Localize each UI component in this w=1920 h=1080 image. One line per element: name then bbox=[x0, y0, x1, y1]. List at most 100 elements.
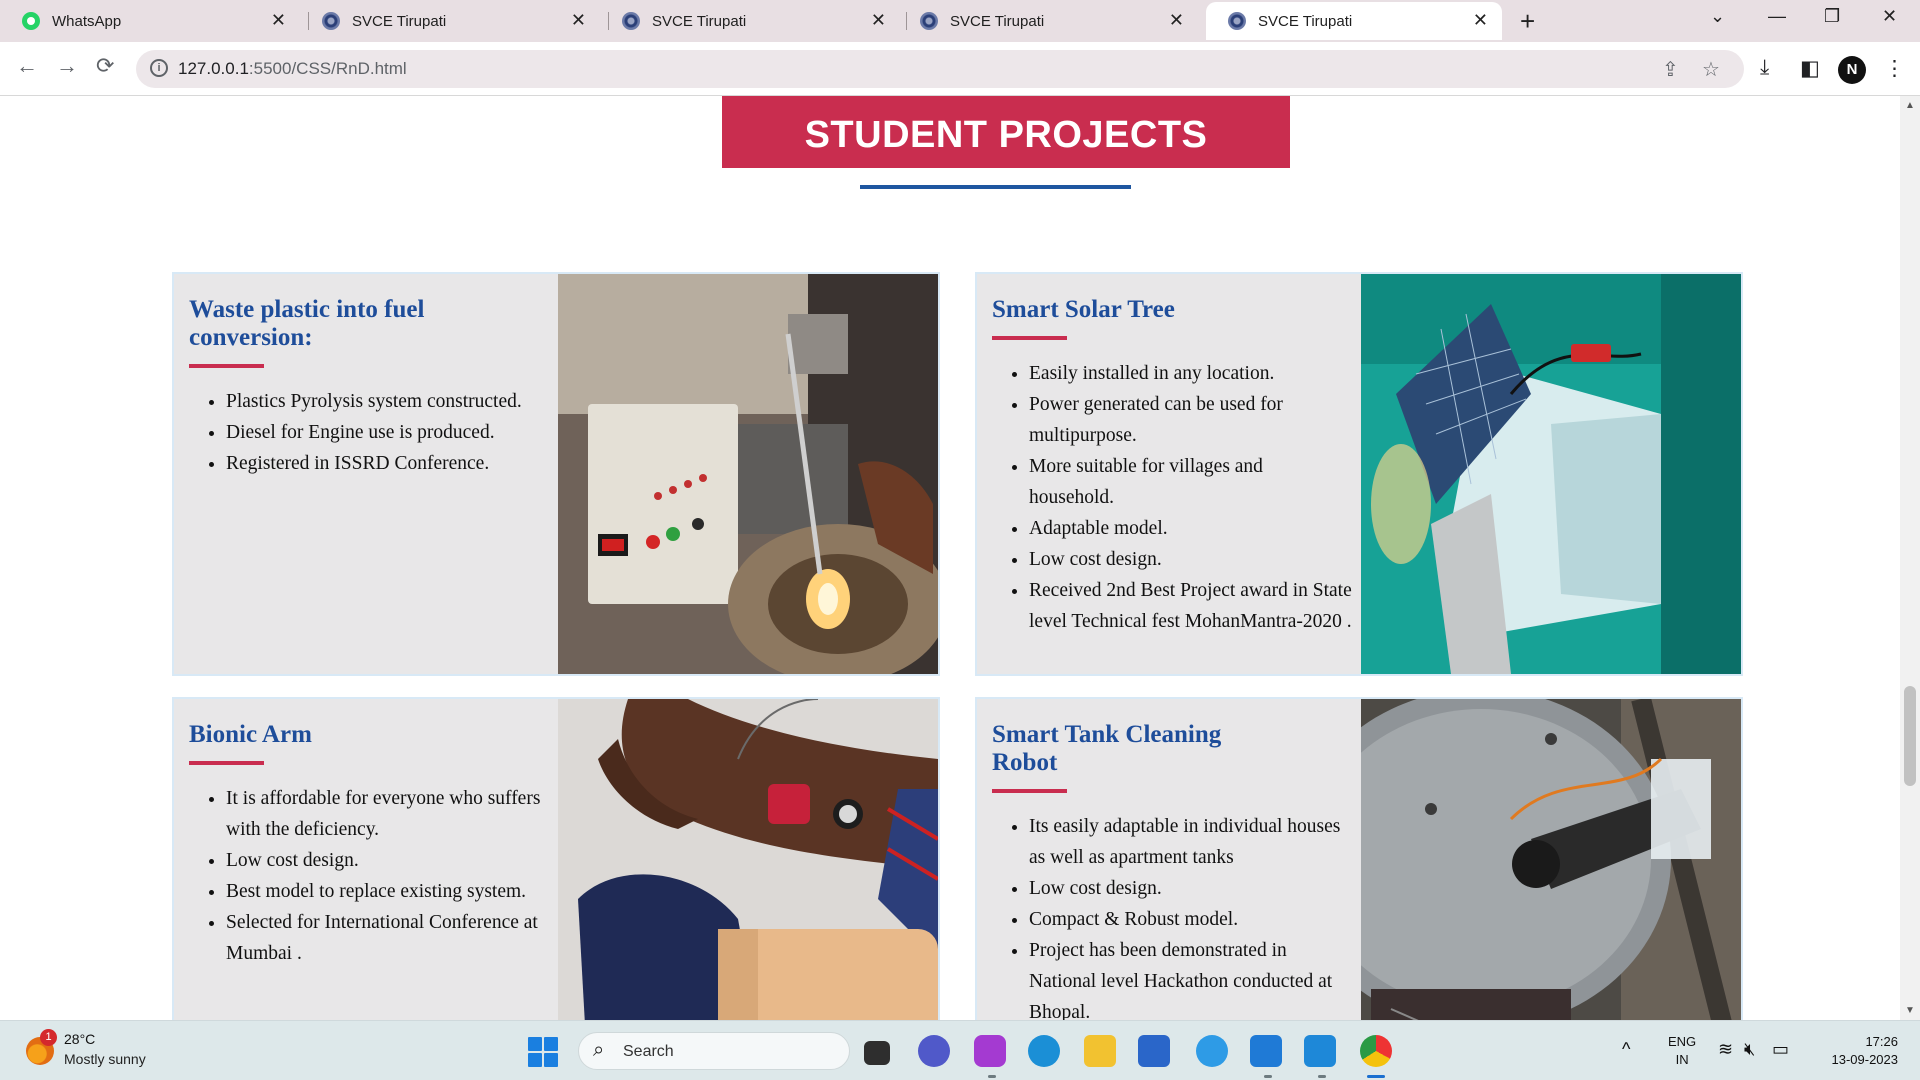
scroll-down-arrow-icon[interactable]: ▼ bbox=[1905, 1005, 1915, 1016]
wifi-icon[interactable]: ≋ bbox=[1718, 1039, 1733, 1060]
url-host: 127.0.0.1 bbox=[178, 59, 249, 78]
tab-title: WhatsApp bbox=[52, 12, 122, 30]
project-card-text: Smart Solar Tree Easily installed in any… bbox=[992, 296, 1352, 637]
taskbar-search[interactable]: ⌕ Search bbox=[578, 1032, 850, 1070]
svce-favicon-icon bbox=[622, 12, 640, 30]
project-point: Best model to replace existing system. bbox=[226, 876, 549, 907]
scrollbar-thumb[interactable] bbox=[1904, 686, 1916, 786]
section-title: STUDENT PROJECTS bbox=[722, 96, 1290, 168]
power-automate-icon[interactable] bbox=[1250, 1035, 1282, 1067]
speaker-muted-icon[interactable]: 🔇︎ bbox=[1744, 1039, 1755, 1060]
title-underline bbox=[992, 336, 1067, 340]
close-tab-icon[interactable]: ✕ bbox=[871, 10, 886, 31]
project-points: Plastics Pyrolysis system constructed. D… bbox=[189, 386, 549, 479]
project-title: Bionic Arm bbox=[189, 721, 312, 748]
project-point: More suitable for villages and household… bbox=[1029, 451, 1352, 513]
teams-meet-icon[interactable] bbox=[918, 1035, 950, 1067]
site-info-icon[interactable]: i bbox=[150, 59, 168, 77]
project-point: Adaptable model. bbox=[1029, 513, 1352, 544]
tab-svce-3[interactable]: SVCE Tirupati ✕ bbox=[898, 2, 1198, 40]
tab-whatsapp[interactable]: WhatsApp ✕ bbox=[0, 2, 300, 40]
input-language[interactable]: ENG IN bbox=[1668, 1033, 1696, 1069]
task-view-icon[interactable] bbox=[864, 1041, 890, 1065]
project-card-waste-plastic: Waste plastic into fuel conversion: Plas… bbox=[172, 272, 940, 676]
tab-title: SVCE Tirupati bbox=[352, 12, 447, 30]
get-help-icon[interactable] bbox=[1196, 1035, 1228, 1067]
battery-icon[interactable]: ▭ bbox=[1772, 1039, 1789, 1060]
close-tab-icon[interactable]: ✕ bbox=[271, 10, 286, 31]
weather-temperature[interactable]: 28°C bbox=[64, 1031, 95, 1047]
project-title: Smart Solar Tree bbox=[992, 296, 1175, 323]
project-card-text: Bionic Arm It is affordable for everyone… bbox=[189, 721, 549, 969]
tab-strip: WhatsApp ✕ SVCE Tirupati ✕ SVCE Tirupati… bbox=[0, 0, 1920, 42]
project-title: Waste plastic into fuel conversion: bbox=[189, 296, 425, 351]
wondershare-app-icon[interactable] bbox=[974, 1035, 1006, 1067]
project-point: Power generated can be used for multipur… bbox=[1029, 389, 1352, 451]
section-title-underline bbox=[860, 185, 1131, 189]
project-point: Received 2nd Best Project award in State… bbox=[1029, 575, 1352, 637]
project-points: It is affordable for everyone who suffer… bbox=[189, 783, 549, 969]
chrome-icon[interactable] bbox=[1360, 1035, 1392, 1067]
restore-icon[interactable]: ❐ bbox=[1824, 6, 1840, 27]
project-points: Its easily adaptable in individual house… bbox=[992, 811, 1352, 1020]
project-point: Its easily adaptable in individual house… bbox=[1029, 811, 1352, 873]
close-tab-icon[interactable]: ✕ bbox=[571, 10, 586, 31]
file-explorer-icon[interactable] bbox=[1084, 1035, 1116, 1067]
whatsapp-icon bbox=[22, 12, 40, 30]
lang-code: ENG bbox=[1668, 1034, 1697, 1049]
search-icon: ⌕ bbox=[593, 1039, 605, 1061]
project-point: Low cost design. bbox=[1029, 544, 1352, 575]
new-tab-button[interactable]: + bbox=[1520, 6, 1535, 37]
weather-description[interactable]: Mostly sunny bbox=[64, 1051, 146, 1067]
system-clock[interactable]: 17:26 13-09-2023 bbox=[1818, 1033, 1899, 1069]
tab-search-chevron-icon[interactable]: ⌄ bbox=[1710, 6, 1725, 27]
page-scrollbar[interactable]: ▲ ▼ bbox=[1900, 96, 1920, 1020]
profile-avatar[interactable]: N bbox=[1838, 56, 1866, 84]
reload-icon[interactable]: ⟳ bbox=[96, 53, 114, 79]
side-panel-icon[interactable]: ◧ bbox=[1800, 56, 1820, 81]
share-icon[interactable]: ⇪ bbox=[1662, 57, 1679, 82]
close-window-icon[interactable]: ✕ bbox=[1882, 6, 1897, 27]
notification-badge: 1 bbox=[40, 1029, 57, 1046]
project-card-text: Waste plastic into fuel conversion: Plas… bbox=[189, 296, 549, 479]
bookmark-star-icon[interactable]: ☆ bbox=[1702, 57, 1720, 82]
project-point: Low cost design. bbox=[1029, 873, 1352, 904]
project-point: Project has been demonstrated in Nationa… bbox=[1029, 935, 1352, 1020]
close-tab-icon[interactable]: ✕ bbox=[1473, 10, 1488, 31]
running-indicator bbox=[988, 1075, 996, 1078]
title-underline bbox=[189, 761, 264, 765]
project-point: Low cost design. bbox=[226, 845, 549, 876]
download-icon[interactable]: ⤓ bbox=[1760, 56, 1769, 80]
edge-browser-icon[interactable] bbox=[1028, 1035, 1060, 1067]
menu-kebab-icon[interactable]: ⋮ bbox=[1884, 56, 1905, 81]
project-card-bionic-arm: Bionic Arm It is affordable for everyone… bbox=[172, 697, 940, 1020]
windows-start-icon[interactable] bbox=[528, 1037, 558, 1067]
address-bar[interactable]: i 127.0.0.1:5500/CSS/RnD.html ⇪ ☆ bbox=[136, 50, 1744, 88]
tab-svce-2[interactable]: SVCE Tirupati ✕ bbox=[600, 2, 900, 40]
scroll-up-arrow-icon[interactable]: ▲ bbox=[1905, 100, 1915, 111]
tab-svce-active[interactable]: SVCE Tirupati ✕ bbox=[1206, 2, 1502, 40]
minimize-icon[interactable]: — bbox=[1768, 6, 1786, 27]
back-arrow-icon[interactable]: ← bbox=[16, 53, 38, 79]
close-tab-icon[interactable]: ✕ bbox=[1169, 10, 1184, 31]
running-indicator bbox=[1318, 1075, 1326, 1078]
vscode-icon[interactable] bbox=[1304, 1035, 1336, 1067]
microsoft-store-icon[interactable] bbox=[1138, 1035, 1170, 1067]
project-point: Diesel for Engine use is produced. bbox=[226, 417, 549, 448]
url-text[interactable]: 127.0.0.1:5500/CSS/RnD.html bbox=[178, 59, 407, 79]
project-point: Compact & Robust model. bbox=[1029, 904, 1352, 935]
project-point: Plastics Pyrolysis system constructed. bbox=[226, 386, 549, 417]
taskbar: 1 28°C Mostly sunny ⌕ Search ^ ENG IN ≋ … bbox=[0, 1020, 1920, 1080]
project-point: Selected for International Conference at… bbox=[226, 907, 549, 969]
project-point: Registered in ISSRD Conference. bbox=[226, 448, 549, 479]
clock-date: 13-09-2023 bbox=[1831, 1052, 1899, 1067]
tab-svce-1[interactable]: SVCE Tirupati ✕ bbox=[300, 2, 600, 40]
project-point: It is affordable for everyone who suffer… bbox=[226, 783, 549, 845]
svce-favicon-icon bbox=[322, 12, 340, 30]
forward-arrow-icon[interactable]: → bbox=[56, 53, 78, 79]
project-title: Smart Tank Cleaning Robot bbox=[992, 721, 1222, 776]
url-path: :5500/CSS/RnD.html bbox=[248, 59, 407, 78]
title-underline bbox=[189, 364, 264, 368]
tab-title: SVCE Tirupati bbox=[1258, 12, 1353, 30]
show-hidden-icons-chevron-icon[interactable]: ^ bbox=[1622, 1039, 1630, 1060]
